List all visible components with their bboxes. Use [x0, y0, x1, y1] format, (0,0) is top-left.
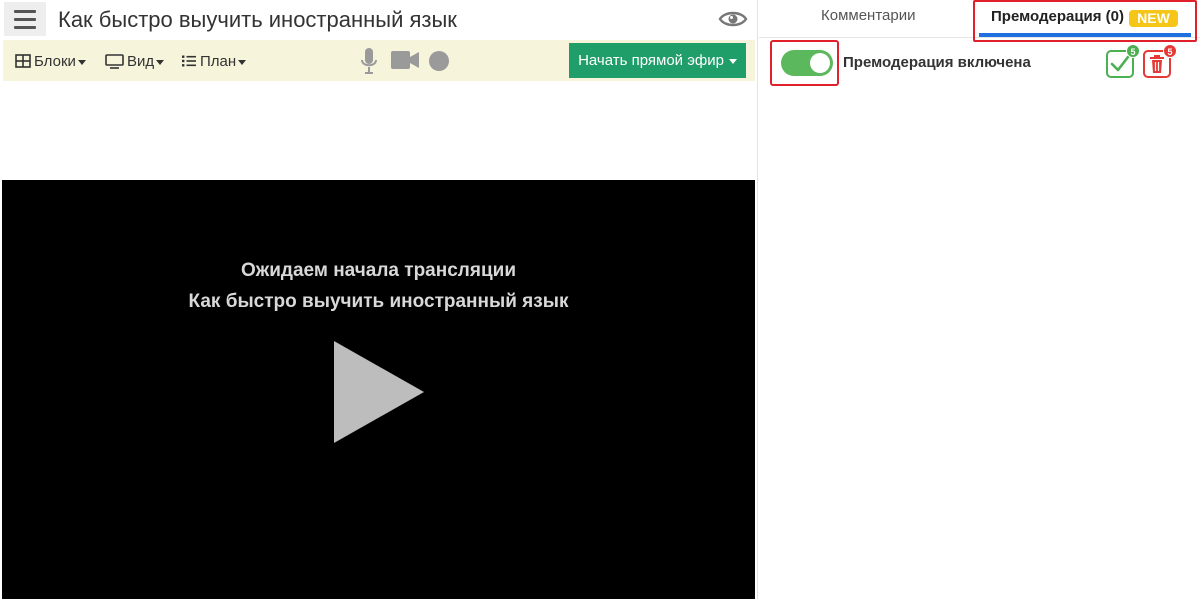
blocks-menu[interactable]: Блоки: [15, 50, 86, 72]
plan-menu-label: План: [200, 52, 237, 70]
view-menu[interactable]: Вид: [105, 50, 165, 72]
toolbar: Блоки Вид План Начать прямой эфир: [3, 40, 755, 81]
delete-count-badge: 5: [1163, 44, 1177, 58]
chevron-down-icon: [238, 59, 247, 65]
blocks-menu-label: Блоки: [34, 52, 76, 70]
start-live-button-label: Начать прямой эфир: [578, 52, 724, 69]
chevron-down-icon: [77, 59, 86, 65]
video-camera-icon[interactable]: [390, 50, 420, 70]
broadcast-pane: Как быстро выучить иностранный язык Блок…: [0, 0, 758, 599]
toggle-highlight: [770, 40, 839, 86]
monitor-icon: [105, 53, 124, 69]
plan-menu[interactable]: План: [181, 50, 247, 72]
top-bar: Как быстро выучить иностранный язык: [0, 0, 758, 40]
approve-all-button[interactable]: 5: [1106, 44, 1140, 78]
start-live-button[interactable]: Начать прямой эфир: [569, 43, 746, 78]
microphone-icon[interactable]: [360, 47, 378, 75]
sidebar-pane: Комментарии Премодерация (0) NEW Премоде…: [759, 0, 1200, 599]
video-player[interactable]: Ожидаем начала трансляции Как быстро выу…: [2, 180, 755, 599]
tab-comments[interactable]: Комментарии: [821, 7, 915, 24]
premoderation-toggle-label: Премодерация включена: [843, 54, 1031, 71]
page-title: Как быстро выучить иностранный язык: [58, 7, 457, 32]
approve-count-badge: 5: [1126, 44, 1140, 58]
grid-icon: [15, 54, 31, 68]
active-tab-indicator: [979, 33, 1191, 37]
record-icon[interactable]: [428, 50, 450, 72]
play-icon[interactable]: [334, 341, 424, 443]
new-badge: NEW: [1129, 10, 1178, 27]
sidebar-tabs: Комментарии Премодерация (0) NEW: [759, 0, 1200, 42]
chevron-down-icon: [156, 59, 165, 65]
tab-premoderation[interactable]: Премодерация (0) NEW: [973, 0, 1197, 42]
tab-premoderation-label: Премодерация (0): [991, 8, 1125, 25]
premoderation-toggle[interactable]: [781, 50, 833, 76]
list-icon: [182, 55, 196, 67]
view-menu-label: Вид: [127, 52, 155, 70]
hamburger-icon[interactable]: [4, 2, 46, 36]
stream-title: Как быстро выучить иностранный язык: [188, 291, 569, 312]
delete-all-button[interactable]: 5: [1143, 44, 1177, 78]
app-root: Как быстро выучить иностранный язык Блок…: [0, 0, 1200, 599]
waiting-text: Ожидаем начала трансляции: [240, 260, 516, 281]
chevron-down-icon: [728, 59, 737, 64]
toggle-knob: [810, 53, 830, 73]
eye-icon[interactable]: [718, 6, 748, 32]
